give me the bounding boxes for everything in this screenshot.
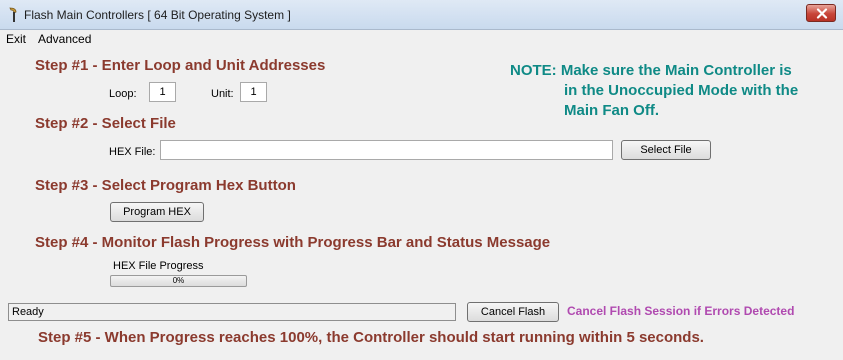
unit-label: Unit: xyxy=(211,88,234,100)
hex-file-label: HEX File: xyxy=(109,146,156,158)
step-2-heading: Step #2 - Select File xyxy=(35,115,176,132)
step-1-heading: Step #1 - Enter Loop and Unit Addresses xyxy=(35,57,326,74)
cancel-flash-button[interactable]: Cancel Flash xyxy=(467,302,559,322)
hex-file-progress-bar: 0% xyxy=(110,275,247,287)
menu-advanced[interactable]: Advanced xyxy=(38,32,91,46)
wrench-icon xyxy=(7,7,19,23)
hex-file-input[interactable] xyxy=(160,140,613,160)
close-button[interactable] xyxy=(806,4,836,22)
cancel-flash-message: Cancel Flash Session if Errors Detected xyxy=(567,304,795,318)
loop-input[interactable] xyxy=(149,82,176,102)
close-icon xyxy=(816,8,828,19)
note-line-1: NOTE: Make sure the Main Controller is xyxy=(510,62,792,79)
step-3-heading: Step #3 - Select Program Hex Button xyxy=(35,177,296,194)
note-line-3: Main Fan Off. xyxy=(564,102,659,119)
loop-label: Loop: xyxy=(109,88,137,100)
flash-main-controllers-window: Flash Main Controllers [ 64 Bit Operatin… xyxy=(0,0,843,360)
step-4-heading: Step #4 - Monitor Flash Progress with Pr… xyxy=(35,234,551,251)
select-file-button[interactable]: Select File xyxy=(621,140,711,160)
title-bar: Flash Main Controllers [ 64 Bit Operatin… xyxy=(0,0,843,30)
menu-bar: Exit Advanced xyxy=(0,30,843,47)
note-line-2: in the Unoccupied Mode with the xyxy=(564,82,799,99)
menu-exit[interactable]: Exit xyxy=(6,32,26,46)
hex-file-progress-label: HEX File Progress xyxy=(113,260,204,272)
unit-input[interactable] xyxy=(240,82,267,102)
progress-percent: 0% xyxy=(172,276,185,285)
step-5-heading: Step #5 - When Progress reaches 100%, th… xyxy=(38,329,704,346)
status-message: Ready xyxy=(8,303,456,321)
program-hex-button[interactable]: Program HEX xyxy=(110,202,204,222)
window-title: Flash Main Controllers [ 64 Bit Operatin… xyxy=(24,8,291,22)
